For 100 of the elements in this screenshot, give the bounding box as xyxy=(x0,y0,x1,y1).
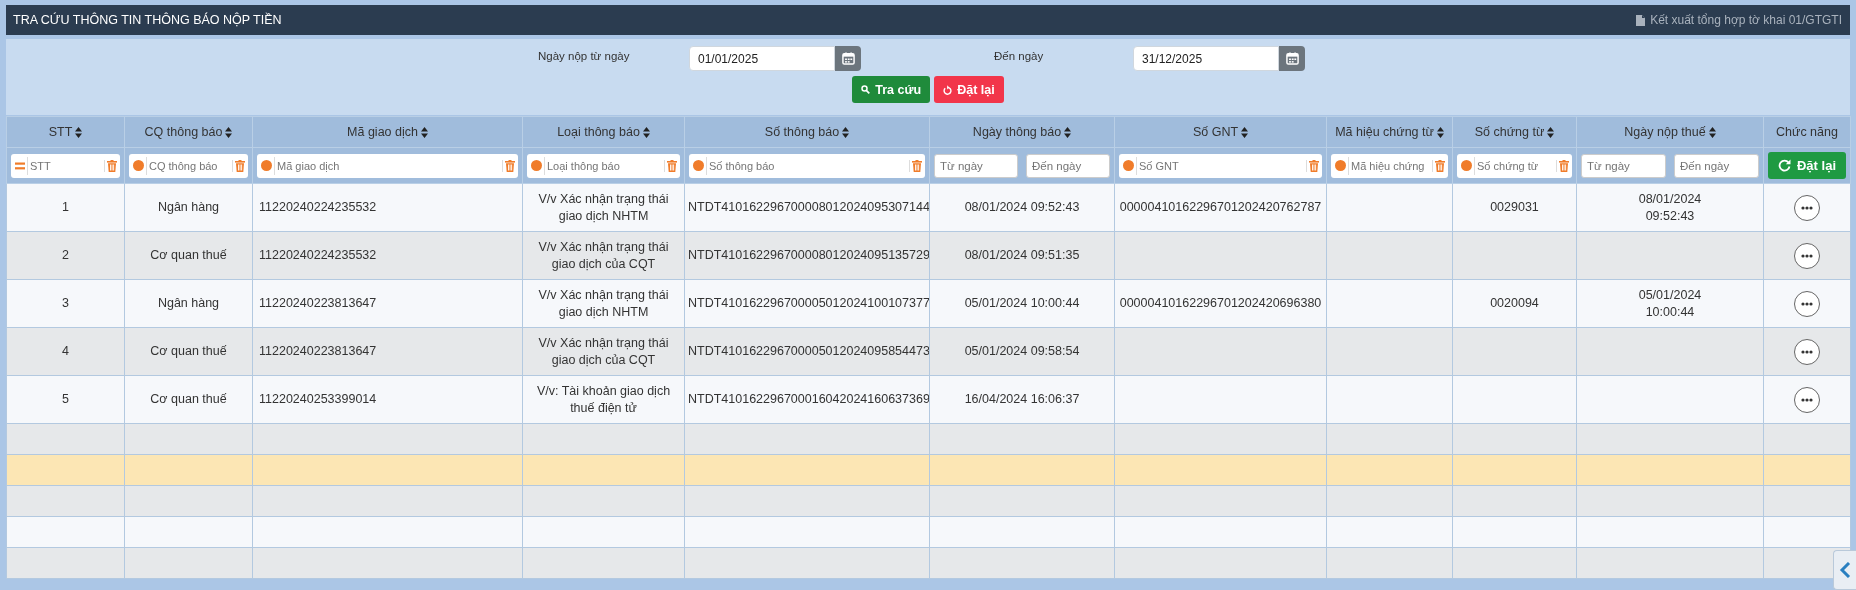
table-cell: V/v Xác nhận trạng thái giao dịch NHTM xyxy=(538,287,669,319)
table-cell: Cơ quan thuế xyxy=(150,248,227,262)
dot-icon[interactable] xyxy=(1123,160,1134,171)
search-icon xyxy=(861,85,871,94)
file-icon xyxy=(1636,14,1646,26)
table-cell: V/v Xác nhận trạng thái giao dịch của CQT xyxy=(538,239,669,271)
column-header[interactable]: Ngày nộp thuế xyxy=(1624,125,1706,139)
chevron-icon xyxy=(1839,562,1851,578)
sort-icon[interactable] xyxy=(225,126,233,138)
table-cell: 11220240224235532 xyxy=(259,248,377,262)
dot-icon[interactable] xyxy=(531,160,542,171)
table-cell: V/v: Tài khoản giao dịch thuế điện tử xyxy=(536,383,671,415)
export-link[interactable]: Kết xuất tổng hợp tờ khai 01/GTGTI xyxy=(1636,13,1842,27)
table-cell: NTDT410162296700016042024160637369 xyxy=(688,392,929,406)
search-button[interactable]: Tra cứu xyxy=(852,76,931,103)
refresh-icon xyxy=(943,84,953,95)
column-header: Chức năng xyxy=(1776,125,1838,139)
table-cell: Ngân hàng xyxy=(157,200,220,214)
filter-box[interactable]: Số chứng từ xyxy=(1457,153,1572,178)
collapse-button[interactable] xyxy=(1833,550,1856,590)
date-field[interactable]: Từ ngày xyxy=(934,153,1018,178)
reset-button[interactable]: Đặt lại xyxy=(1768,152,1846,179)
table-cell: 08/01/2024 09:51:35 xyxy=(964,248,1080,262)
sort-icon[interactable] xyxy=(1708,126,1716,138)
sort-icon[interactable] xyxy=(420,126,428,138)
filter-box[interactable]: STT xyxy=(11,153,120,178)
dot-icon[interactable] xyxy=(1335,160,1346,171)
calendar-icon xyxy=(841,52,855,65)
filter-box[interactable]: Loại thông báo xyxy=(527,153,680,178)
trash-icon[interactable] xyxy=(107,159,117,172)
sort-icon[interactable] xyxy=(1547,126,1555,138)
more-button[interactable] xyxy=(1794,386,1820,413)
sort-icon[interactable] xyxy=(1064,126,1072,138)
sort-icon[interactable] xyxy=(75,126,83,138)
refresh-icon xyxy=(1778,159,1791,172)
date-field[interactable]: Từ ngày xyxy=(1581,153,1666,178)
date-field[interactable]: 31/12/2025 xyxy=(1133,46,1279,71)
sort-icon[interactable] xyxy=(642,126,650,138)
table-cell: V/v Xác nhận trạng thái giao dịch NHTM xyxy=(538,191,669,223)
table-cell: 0020094 xyxy=(1490,296,1539,310)
table-cell: 05/01/2024 10:00:44 xyxy=(1638,287,1702,319)
calendar-button[interactable] xyxy=(1279,46,1305,71)
trash-icon[interactable] xyxy=(667,159,677,172)
filter-box[interactable]: Mã hiệu chứng xyxy=(1331,153,1448,178)
table-cell: 11220240223813647 xyxy=(259,344,377,358)
more-button[interactable] xyxy=(1794,194,1820,221)
filter-box[interactable]: CQ thông báo xyxy=(129,153,248,178)
date-field[interactable]: 01/01/2025 xyxy=(689,46,835,71)
reset-button[interactable]: Đặt lại xyxy=(934,76,1004,103)
table-cell: V/v Xác nhận trạng thái giao dịch của CQT xyxy=(538,335,669,367)
table-cell: 16/04/2024 16:06:37 xyxy=(964,392,1080,406)
more-icon xyxy=(1801,205,1813,210)
table-cell: 4 xyxy=(62,344,69,358)
more-icon xyxy=(1801,397,1813,402)
table-cell: 11220240223813647 xyxy=(259,296,377,310)
dot-icon[interactable] xyxy=(693,160,704,171)
more-button[interactable] xyxy=(1794,338,1820,365)
field-label: Đến ngày xyxy=(994,49,1044,62)
field-label: Ngày nộp từ ngày xyxy=(538,49,630,62)
trash-icon[interactable] xyxy=(505,159,515,172)
table-cell: NTDT410162296700008012024095135729 xyxy=(688,248,929,262)
table-cell: 3 xyxy=(62,296,69,310)
trash-icon[interactable] xyxy=(1559,159,1569,172)
trash-icon[interactable] xyxy=(912,159,922,172)
trash-icon[interactable] xyxy=(1309,159,1319,172)
more-icon xyxy=(1801,301,1813,306)
table-cell: 05/01/2024 10:00:44 xyxy=(964,296,1080,310)
more-button[interactable] xyxy=(1794,290,1820,317)
trash-icon[interactable] xyxy=(235,159,245,172)
dot-icon[interactable] xyxy=(1461,160,1472,171)
filter-box[interactable]: Mã giao dịch xyxy=(257,153,518,178)
table-cell: 00000410162296701202420696380 xyxy=(1119,296,1322,310)
more-icon xyxy=(1801,349,1813,354)
column-header[interactable]: Số thông báo xyxy=(764,125,840,139)
sort-icon[interactable] xyxy=(1436,126,1444,138)
filter-box[interactable]: Số GNT xyxy=(1119,153,1322,178)
sort-icon[interactable] xyxy=(842,126,850,138)
equals-icon[interactable] xyxy=(15,161,25,170)
sort-icon[interactable] xyxy=(1241,126,1249,138)
date-field[interactable]: Đến ngày xyxy=(1674,153,1759,178)
dot-icon[interactable] xyxy=(133,160,144,171)
table-cell: Cơ quan thuế xyxy=(150,392,227,406)
table-cell: 00000410162296701202420762787 xyxy=(1119,200,1322,214)
table-cell: 08/01/2024 09:52:43 xyxy=(964,200,1080,214)
table-cell: 05/01/2024 09:58:54 xyxy=(964,344,1080,358)
page-title: TRA CỨU THÔNG TIN THÔNG BÁO NỘP TIỀN xyxy=(13,13,282,27)
trash-icon[interactable] xyxy=(1435,159,1445,172)
column-header[interactable]: Số GNT xyxy=(1192,125,1239,139)
date-field[interactable]: Đến ngày xyxy=(1026,153,1110,178)
filter-box[interactable]: Số thông báo xyxy=(689,153,925,178)
table-cell: NTDT410162296700005012024095854473 xyxy=(688,344,929,358)
table-cell: 1 xyxy=(62,200,69,214)
column-header[interactable]: Mã giao dịch xyxy=(347,125,418,139)
table-cell: 5 xyxy=(62,392,69,406)
table-cell: 08/01/2024 09:52:43 xyxy=(1638,191,1702,223)
table-cell: 11220240253399014 xyxy=(259,392,377,406)
calendar-button[interactable] xyxy=(835,46,861,71)
more-button[interactable] xyxy=(1794,242,1820,269)
column-header[interactable]: STT xyxy=(48,125,73,139)
dot-icon[interactable] xyxy=(261,160,272,171)
